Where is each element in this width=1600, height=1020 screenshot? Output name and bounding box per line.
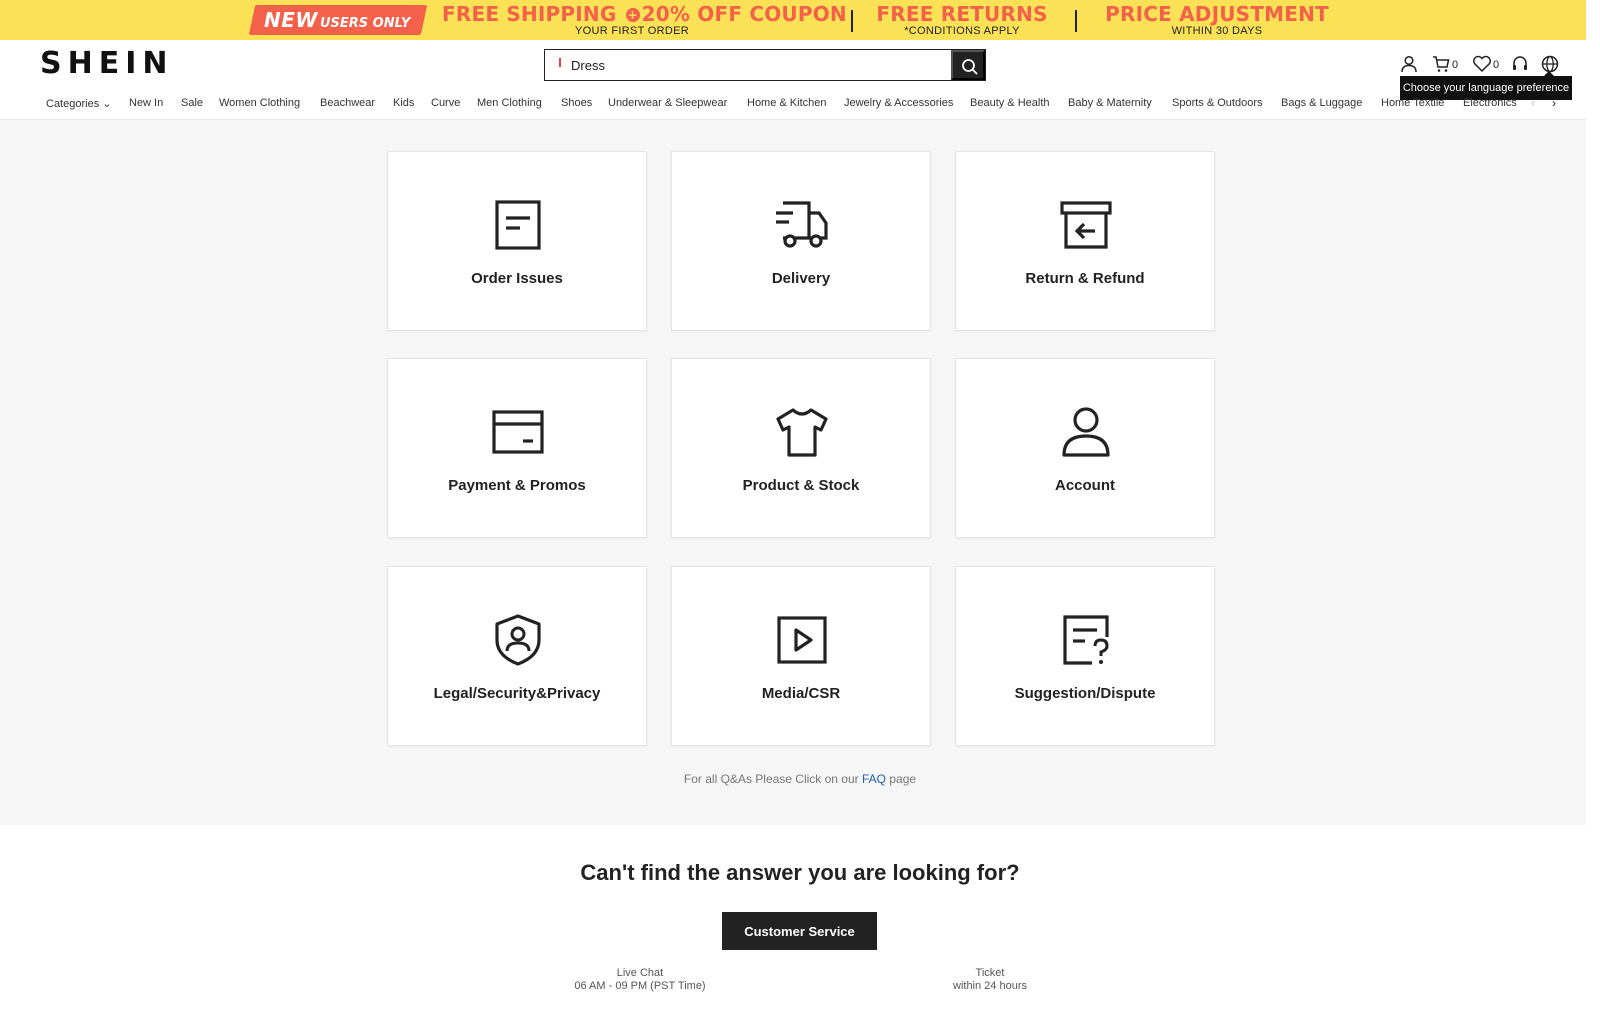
offer-price-sub: WITHIN 30 DAYS (1171, 25, 1263, 37)
promo-divider (1075, 10, 1077, 32)
faq-note: For all Q&As Please Click on our FAQ pag… (0, 772, 1600, 786)
nav-item-electronics[interactable]: Electronics (1463, 97, 1517, 109)
topic-card-suggestion-dispute[interactable]: Suggestion/Dispute (955, 566, 1215, 746)
nav-item-home-kitchen[interactable]: Home & Kitchen (747, 97, 826, 109)
topic-label: Suggestion/Dispute (1014, 685, 1156, 702)
search-input[interactable] (571, 50, 911, 80)
topic-card-delivery[interactable]: Delivery (671, 151, 931, 331)
nav-item-sale[interactable]: Sale (181, 97, 203, 109)
offer-shipping-sub: YOUR FIRST ORDER (575, 25, 689, 37)
nav-item-kids[interactable]: Kids (393, 97, 414, 109)
nav-item-women-clothing[interactable]: Women Clothing (219, 97, 300, 109)
topic-label: Product & Stock (742, 477, 860, 494)
cart-count: 0 (1452, 59, 1459, 71)
ticket-info[interactable]: Ticket within 24 hours (890, 967, 1090, 993)
suggestion-question-icon (1063, 615, 1109, 665)
help-topics-area: Order Issues Delivery Return & Refund Pa… (0, 120, 1586, 825)
live-chat-info[interactable]: Live Chat 06 AM - 09 PM (PST Time) (540, 967, 740, 993)
nav-item-beauty-health[interactable]: Beauty & Health (970, 97, 1050, 109)
user-icon[interactable] (1400, 55, 1418, 73)
contact-section: Can't find the answer you are looking fo… (0, 825, 1600, 1020)
nav-prev-arrow-icon[interactable]: ‹ (1531, 96, 1535, 110)
promo-banner[interactable]: NEW USERS ONLY FREE SHIPPING +20% OFF COU… (0, 0, 1586, 40)
order-document-icon (495, 200, 541, 250)
topic-card-product-stock[interactable]: Product & Stock (671, 358, 931, 538)
category-nav: Categories ⌄ New In Sale Women Clothing … (0, 90, 1586, 120)
nav-item-label: Categories (46, 98, 100, 110)
cart-icon[interactable] (1432, 55, 1450, 73)
nav-item-home-textile[interactable]: Home Textile (1381, 97, 1444, 109)
search-icon (962, 59, 978, 75)
wishlist-heart-icon[interactable] (1472, 55, 1492, 73)
topic-label: Account (1055, 477, 1115, 494)
topic-card-order-issues[interactable]: Order Issues (387, 151, 647, 331)
customer-service-button[interactable]: Customer Service (722, 912, 877, 950)
offer-coupon-text: 20% OFF COUPON (641, 2, 847, 26)
nav-item-beachwear[interactable]: Beachwear (320, 97, 375, 109)
live-chat-hours: 06 AM - 09 PM (PST Time) (574, 980, 706, 992)
tshirt-icon (776, 408, 828, 457)
user-account-icon (1062, 407, 1110, 457)
topic-card-account[interactable]: Account (955, 358, 1215, 538)
search-bar (544, 49, 986, 81)
topic-label: Media/CSR (761, 685, 841, 702)
headset-support-icon[interactable] (1511, 55, 1529, 73)
nav-item-baby-maternity[interactable]: Baby & Maternity (1068, 97, 1152, 109)
topic-label: Return & Refund (1025, 270, 1145, 287)
faq-note-suffix: page (889, 772, 917, 786)
nav-item-new-in[interactable]: New In (129, 97, 163, 109)
topic-label: Delivery (771, 270, 831, 287)
nav-item-shoes[interactable]: Shoes (561, 97, 592, 109)
hot-marker-icon (559, 58, 561, 67)
payment-card-icon (492, 410, 544, 454)
return-box-icon (1060, 201, 1112, 249)
nav-item-jewelry-accessories[interactable]: Jewelry & Accessories (844, 97, 953, 109)
search-button[interactable] (951, 50, 985, 80)
nav-item-men-clothing[interactable]: Men Clothing (477, 97, 542, 109)
live-chat-title: Live Chat (616, 967, 664, 979)
offer-shipping-coupon: FREE SHIPPING +20% OFF COUPON YOUR FIRST… (442, 2, 847, 37)
contact-heading: Can't find the answer you are looking fo… (580, 860, 1020, 885)
offer-returns-text: FREE RETURNS (876, 2, 1048, 26)
topic-label: Payment & Promos (448, 477, 586, 494)
nav-item-underwear-sleepwear[interactable]: Underwear & Sleepwear (608, 97, 727, 109)
topic-card-legal-security-privacy[interactable]: Legal/Security&Privacy (387, 566, 647, 746)
topic-card-media-csr[interactable]: Media/CSR (671, 566, 931, 746)
security-shield-icon (495, 614, 541, 666)
faq-note-prefix: For all Q&As Please Click on our (683, 772, 859, 786)
wishlist-count: 0 (1493, 59, 1500, 71)
topic-label: Order Issues (471, 270, 563, 287)
offer-shipping-text: FREE SHIPPING (442, 2, 617, 26)
delivery-truck-icon (776, 201, 828, 248)
offer-returns-sub: *CONDITIONS APPLY (904, 25, 1020, 37)
nav-next-arrow-icon[interactable]: › (1552, 96, 1556, 110)
offer-price-text: PRICE ADJUSTMENT (1105, 2, 1329, 26)
new-badge-text: NEW (264, 8, 318, 32)
media-play-icon (777, 616, 827, 664)
promo-divider (851, 10, 853, 32)
topic-card-return-refund[interactable]: Return & Refund (955, 151, 1215, 331)
nav-item-bags-luggage[interactable]: Bags & Luggage (1281, 97, 1362, 109)
nav-item-sports-outdoors[interactable]: Sports & Outdoors (1172, 97, 1263, 109)
ticket-hours: within 24 hours (953, 980, 1027, 992)
shein-logo[interactable]: SHEIN (40, 46, 173, 81)
topic-label: Legal/Security&Privacy (433, 685, 601, 702)
chevron-down-icon: ⌄ (102, 98, 112, 110)
nav-item-categories[interactable]: Categories ⌄ (46, 97, 111, 110)
nav-item-curve[interactable]: Curve (431, 97, 460, 109)
new-users-badge: NEW USERS ONLY (264, 8, 410, 32)
topic-card-payment-promos[interactable]: Payment & Promos (387, 358, 647, 538)
users-only-text: USERS ONLY (319, 16, 411, 31)
faq-link[interactable]: FAQ (862, 772, 886, 786)
ticket-title: Ticket (975, 967, 1005, 979)
offer-price-adjustment: PRICE ADJUSTMENT WITHIN 30 DAYS (1092, 2, 1342, 37)
plus-icon: + (625, 8, 640, 22)
offer-free-returns: FREE RETURNS *CONDITIONS APPLY (862, 2, 1062, 37)
